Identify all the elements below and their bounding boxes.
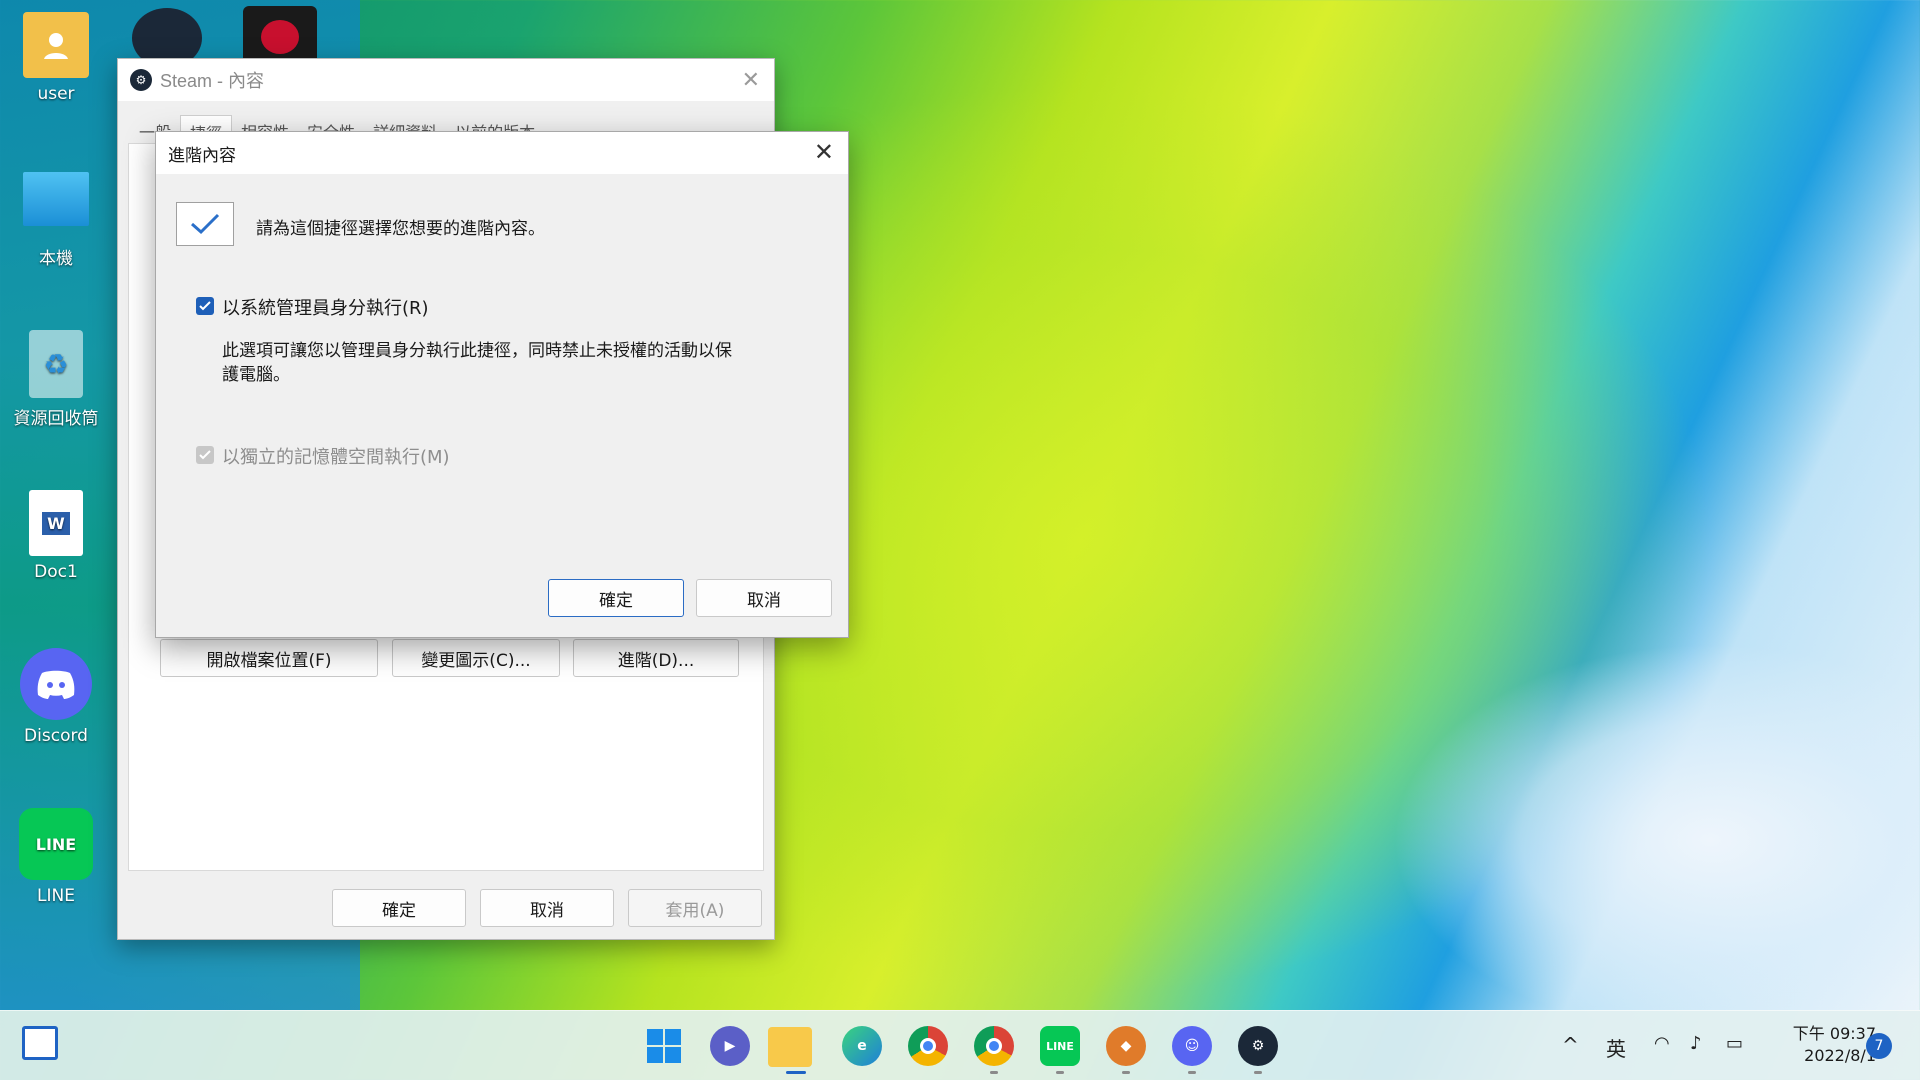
open-file-location-button[interactable]: 開啟檔案位置(F) [160, 639, 378, 677]
input-language-indicator[interactable]: 英 [1606, 1033, 1626, 1062]
active-app-indicator [786, 1071, 806, 1074]
system-clock[interactable]: 下午 09:37 2022/8/1 [1756, 1023, 1876, 1067]
desktop-icon-doc1[interactable]: W Doc1 [6, 490, 106, 582]
recycle-bin-icon: ♻ [29, 330, 83, 398]
desktop-icon-label: Doc1 [34, 562, 78, 582]
discord-icon[interactable]: ☺ [1172, 1026, 1212, 1066]
separate-memory-label: 以獨立的記憶體空間執行(M) [222, 447, 450, 468]
line-icon: LINE [19, 808, 93, 880]
steam-window-titlebar[interactable]: ⚙ Steam - 內容 ✕ [118, 59, 774, 101]
desktop-icon-user[interactable]: user [6, 12, 106, 104]
description-line: 護電腦。 [222, 365, 290, 385]
change-icon-button[interactable]: 變更圖示(C)... [392, 639, 560, 677]
run-as-admin-description: 此選項可讓您以管理員身分執行此捷徑，同時禁止未授權的活動以保 護電腦。 [222, 339, 732, 387]
desktop-icon-label: 本機 [39, 249, 73, 269]
desktop-icon-line[interactable]: LINE LINE [6, 808, 106, 906]
close-icon[interactable]: ✕ [814, 138, 834, 166]
word-document-icon: W [29, 490, 83, 556]
volume-icon[interactable]: ♪ [1690, 1033, 1702, 1054]
teams-chat-icon[interactable]: ▶ [710, 1026, 750, 1066]
steam-logo-icon: ⚙ [130, 69, 152, 91]
dialog-ok-button[interactable]: 確定 [548, 579, 684, 617]
clock-date: 2022/8/1 [1804, 1046, 1876, 1065]
dialog-title: 進階內容 [168, 145, 236, 166]
desktop-icon-label: user [37, 84, 75, 104]
cancel-button[interactable]: 取消 [480, 889, 614, 927]
chrome-icon[interactable] [908, 1026, 948, 1066]
wallpaper-light-wave [1250, 600, 1920, 1020]
game-desktop-icon[interactable] [243, 6, 317, 66]
desktop-icon-label: LINE [37, 886, 75, 906]
desktop-icon-label: 資源回收筒 [13, 409, 99, 429]
monitor-icon [23, 172, 89, 226]
steam-icon[interactable]: ⚙ [1238, 1026, 1278, 1066]
wifi-icon[interactable]: ◠ [1654, 1033, 1670, 1054]
taskbar: ▶ e LINE ◆ ☺ ⚙ ^ 英 ◠ ♪ ▭ 下午 09:37 2022/8… [0, 1010, 1920, 1080]
running-indicator [1056, 1071, 1064, 1074]
folder-icon [23, 12, 89, 78]
dialog-titlebar[interactable]: 進階內容 ✕ [156, 132, 848, 174]
desktop-icon-discord[interactable]: Discord [6, 648, 106, 746]
desktop-icon-this-pc[interactable]: 本機 [6, 172, 106, 269]
running-indicator [990, 1071, 998, 1074]
battery-icon[interactable]: ▭ [1726, 1033, 1743, 1054]
file-explorer-icon[interactable] [768, 1027, 812, 1067]
checkmark-icon [176, 202, 234, 246]
clock-time: 下午 09:37 [1792, 1024, 1876, 1043]
start-icon[interactable] [644, 1026, 684, 1066]
ok-button[interactable]: 確定 [332, 889, 466, 927]
chrome-alt-icon[interactable] [974, 1026, 1014, 1066]
edge-icon[interactable]: e [842, 1026, 882, 1066]
advanced-properties-dialog: 進階內容 ✕ 請為這個捷徑選擇您想要的進階內容。 以系統管理員身分執行(R) 此… [155, 131, 849, 638]
running-indicator [1188, 1071, 1196, 1074]
run-as-admin-checkbox[interactable] [196, 297, 214, 315]
steam-window-title: Steam - 內容 [160, 71, 265, 91]
dialog-intro-text: 請為這個捷徑選擇您想要的進階內容。 [256, 219, 545, 239]
description-line: 此選項可讓您以管理員身分執行此捷徑，同時禁止未授權的活動以保 [222, 341, 732, 361]
game-app-icon[interactable]: ◆ [1106, 1026, 1146, 1066]
apply-button[interactable]: 套用(A) [628, 889, 762, 927]
running-indicator [1254, 1071, 1262, 1074]
discord-icon [20, 648, 92, 720]
run-as-admin-label[interactable]: 以系統管理員身分執行(R) [222, 294, 429, 320]
notification-badge[interactable]: 7 [1866, 1033, 1892, 1059]
desktop-icon-recycle-bin[interactable]: ♻ 資源回收筒 [6, 330, 106, 429]
close-icon[interactable]: ✕ [742, 67, 760, 93]
chevron-up-icon[interactable]: ^ [1562, 1033, 1579, 1057]
running-indicator [1122, 1071, 1130, 1074]
desktop-icon-label: Discord [24, 726, 88, 746]
advanced-button[interactable]: 進階(D)... [573, 639, 739, 677]
separate-memory-checkbox[interactable] [196, 446, 214, 464]
widgets-icon[interactable] [22, 1026, 58, 1060]
line-icon[interactable]: LINE [1040, 1026, 1080, 1066]
dialog-cancel-button[interactable]: 取消 [696, 579, 832, 617]
